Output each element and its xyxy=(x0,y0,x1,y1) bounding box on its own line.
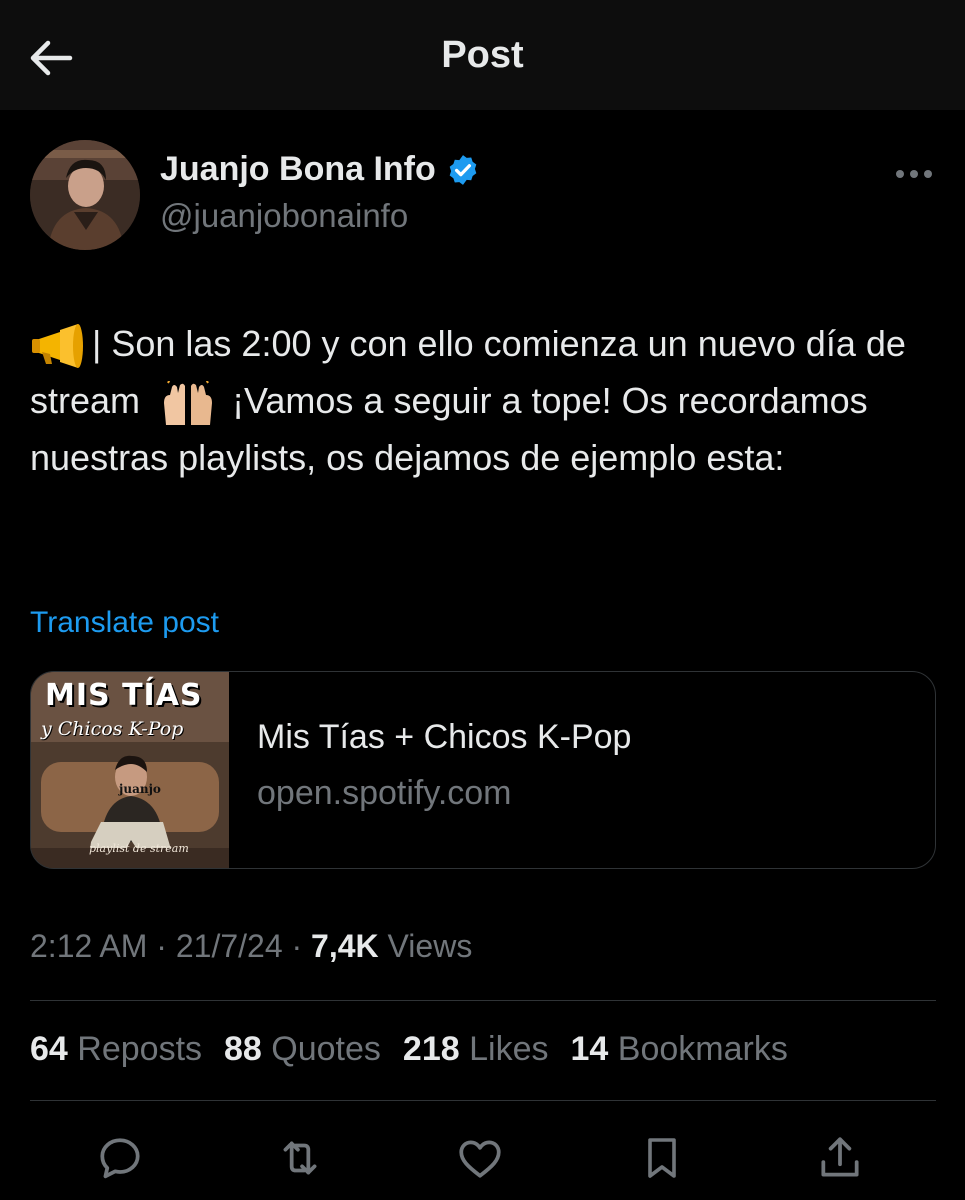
link-card[interactable]: MIS TÍAS y Chicos K-Pop juanjo playlist … xyxy=(30,671,936,869)
meta-separator: · xyxy=(282,928,312,964)
avatar[interactable] xyxy=(30,140,140,250)
engagement-stats: 64 Reposts 88 Quotes 218 Likes 14 Bookma… xyxy=(30,1030,788,1069)
reposts-label: Reposts xyxy=(77,1030,203,1068)
megaphone-icon xyxy=(32,324,83,369)
post-time[interactable]: 2:12 AM xyxy=(30,928,147,964)
top-bar: Post xyxy=(0,0,965,110)
thumb-name: juanjo xyxy=(119,782,161,796)
translate-post-link[interactable]: Translate post xyxy=(30,606,219,640)
reply-icon xyxy=(100,1138,140,1179)
post-text-part2: ¡Vamos a seguir a tope! Os recordamos nu… xyxy=(30,380,868,478)
likes-count: 218 xyxy=(402,1030,460,1068)
card-title: Mis Tías + Chicos K-Pop xyxy=(257,718,632,756)
page-title: Post xyxy=(441,34,524,76)
raising-hands-icon xyxy=(164,381,213,426)
share-icon xyxy=(821,1137,859,1177)
quotes-label: Quotes xyxy=(271,1030,381,1068)
thumb-subtitle: y Chicos K-Pop xyxy=(41,718,184,740)
like-icon xyxy=(459,1140,501,1178)
likes-label: Likes xyxy=(469,1030,549,1068)
avatar-image xyxy=(30,140,140,250)
divider xyxy=(30,1100,936,1101)
reposts-count: 64 xyxy=(30,1030,68,1068)
likes-stat[interactable]: 218 Likes xyxy=(403,1030,549,1069)
more-options-button[interactable] xyxy=(888,155,940,193)
views-count: 7,4K xyxy=(311,928,379,964)
reply-button[interactable] xyxy=(92,1130,148,1186)
bookmarks-stat[interactable]: 14 Bookmarks xyxy=(570,1030,787,1069)
thumb-title: MIS TÍAS xyxy=(45,678,203,713)
post-date[interactable]: 21/7/24 xyxy=(176,928,283,964)
like-button[interactable] xyxy=(452,1130,508,1186)
bookmarks-label: Bookmarks xyxy=(617,1030,788,1068)
views-label: Views xyxy=(378,928,473,964)
thumb-caption: playlist de stream xyxy=(89,842,189,855)
quotes-stat[interactable]: 88 Quotes xyxy=(224,1030,381,1069)
author-name[interactable]: Juanjo Bona Info xyxy=(160,150,436,189)
repost-icon xyxy=(283,1141,317,1175)
reposts-stat[interactable]: 64 Reposts xyxy=(30,1030,202,1069)
meta-separator: · xyxy=(147,928,176,964)
post-meta: 2:12 AM · 21/7/24 · 7,4K Views xyxy=(30,928,472,965)
author-name-row[interactable]: Juanjo Bona Info xyxy=(160,150,480,189)
bookmarks-count: 14 xyxy=(570,1030,609,1068)
quotes-count: 88 xyxy=(224,1030,262,1068)
verified-badge-icon xyxy=(449,154,477,185)
bookmark-icon xyxy=(648,1138,676,1178)
share-button[interactable] xyxy=(812,1130,868,1186)
card-domain: open.spotify.com xyxy=(257,774,512,812)
more-dots-icon xyxy=(896,170,932,178)
post-text: | Son las 2:00 y con ello comienza un nu… xyxy=(30,315,935,486)
card-thumbnail: MIS TÍAS y Chicos K-Pop juanjo playlist … xyxy=(31,672,229,868)
bookmark-button[interactable] xyxy=(634,1130,690,1186)
action-bar xyxy=(0,1120,965,1190)
divider xyxy=(30,1000,936,1001)
author-handle[interactable]: @juanjobonainfo xyxy=(160,197,408,235)
repost-button[interactable] xyxy=(272,1130,328,1186)
